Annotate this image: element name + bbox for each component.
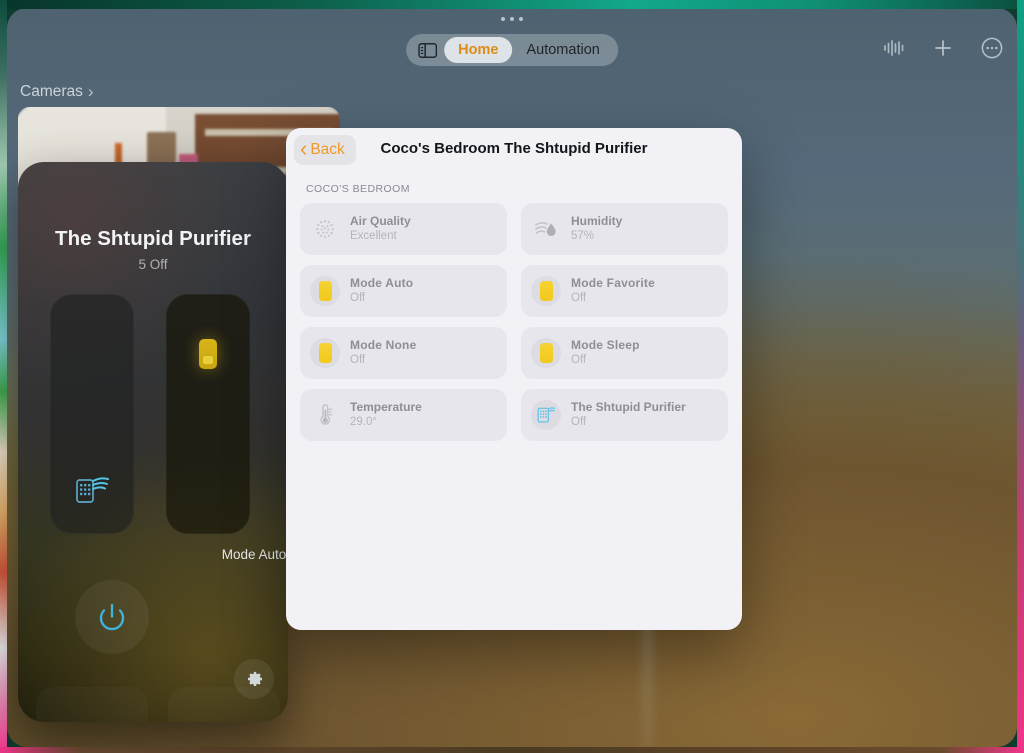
grabber-dot	[519, 17, 523, 21]
tile-text: Air Quality Excellent	[350, 214, 411, 243]
tile-text: Mode Sleep Off	[571, 338, 640, 367]
tile-text: The Shtupid Purifier Off	[571, 400, 686, 429]
accessory-detail-modal: ‹ Back Coco's Bedroom The Shtupid Purifi…	[286, 128, 742, 630]
plus-icon	[935, 40, 951, 56]
mode-chip-shape	[318, 343, 332, 363]
grabber-dot	[501, 17, 505, 21]
tile-mode-sleep[interactable]: Mode Sleep Off	[521, 327, 728, 379]
humidity-icon	[531, 214, 561, 244]
tile-mode-auto[interactable]: Mode Auto Off	[300, 265, 507, 317]
mode-chip-icon	[310, 338, 340, 368]
window-grabber[interactable]	[501, 17, 523, 21]
mode-slider[interactable]	[166, 294, 250, 534]
accessory-tile-grid: Air Quality Excellent Humidity 57% Mode …	[300, 203, 728, 441]
accessory-subtitle: 5 Off	[138, 257, 168, 272]
air-purifier-icon	[531, 400, 561, 430]
tab-automation[interactable]: Automation	[512, 37, 613, 63]
window-edge-right	[1017, 0, 1024, 753]
tile-humidity[interactable]: Humidity 57%	[521, 203, 728, 255]
mode-chip-icon	[531, 338, 561, 368]
tile-name: Mode Auto	[350, 276, 414, 291]
accessory-ghost-tile	[168, 687, 280, 722]
window-edge-bottom	[0, 747, 1024, 753]
accessory-control-panel: The Shtupid Purifier 5 Off Mode Auto	[18, 162, 288, 722]
tile-the-shtupid-purifier[interactable]: The Shtupid Purifier Off	[521, 389, 728, 441]
more-circle-icon	[981, 37, 1003, 59]
tile-text: Mode Auto Off	[350, 276, 413, 305]
toolbar-right-actions	[881, 35, 1005, 61]
tile-temperature[interactable]: Temperature 29.0°	[300, 389, 507, 441]
tile-air-quality[interactable]: Air Quality Excellent	[300, 203, 507, 255]
thermometer-icon	[310, 400, 340, 430]
grabber-dot	[510, 17, 514, 21]
waveform-button[interactable]	[881, 35, 907, 61]
tile-name: Temperature	[350, 400, 422, 415]
tile-value: Excellent	[350, 230, 397, 243]
app-toolbar: Home Automation	[7, 8, 1017, 76]
cameras-section-header[interactable]: Cameras ›	[20, 82, 94, 102]
tile-text: Humidity 57%	[571, 214, 622, 243]
modal-header: ‹ Back Coco's Bedroom The Shtupid Purifi…	[286, 128, 742, 174]
mode-chip-shape	[539, 343, 553, 363]
tile-name: Mode None	[350, 338, 417, 353]
tile-name: Air Quality	[350, 214, 411, 229]
modal-title: Coco's Bedroom The Shtupid Purifier	[380, 140, 648, 157]
chevron-right-icon: ›	[87, 82, 94, 101]
tab-home[interactable]: Home	[444, 37, 513, 63]
mode-chip-icon	[310, 276, 340, 306]
power-icon	[99, 603, 125, 631]
power-toggle-button[interactable]	[75, 580, 149, 654]
sidebar-toggle-button[interactable]	[410, 37, 444, 63]
tile-name: Humidity	[571, 214, 623, 229]
tile-text: Temperature 29.0°	[350, 400, 422, 429]
more-options-button[interactable]	[979, 35, 1005, 61]
gear-icon	[248, 671, 262, 686]
tile-value: 57%	[571, 230, 595, 243]
tile-value: Off	[350, 292, 366, 305]
accessory-title: The Shtupid Purifier	[55, 227, 251, 250]
mode-chip-shape	[539, 281, 553, 301]
tile-value: Off	[350, 354, 366, 367]
waveform-icon	[884, 40, 904, 56]
room-section-label: COCO'S BEDROOM	[306, 183, 410, 195]
air-quality-dots-icon	[310, 214, 340, 244]
mode-chip-icon	[199, 339, 217, 369]
cameras-label-text: Cameras	[20, 83, 83, 100]
add-button[interactable]	[930, 35, 956, 61]
window-edge-left	[0, 0, 7, 753]
tile-mode-favorite[interactable]: Mode Favorite Off	[521, 265, 728, 317]
mode-chip-shape	[318, 281, 332, 301]
fan-speed-slider[interactable]	[50, 294, 134, 534]
screen-root: Home Automation Cameras › The Shtupid Pu…	[0, 0, 1024, 753]
tile-value: Off	[571, 416, 587, 429]
tile-value: Off	[571, 292, 587, 305]
tile-text: Mode Favorite Off	[571, 276, 655, 305]
accessory-sliders	[50, 294, 250, 534]
sidebar-icon	[417, 42, 437, 58]
mode-chip-icon	[531, 276, 561, 306]
mode-slider-caption: Mode Auto	[221, 547, 287, 562]
tile-value: Off	[571, 354, 587, 367]
toolbar-segmented-control: Home Automation	[406, 34, 618, 66]
accessory-ghost-tile	[36, 687, 148, 722]
tile-text: Mode None Off	[350, 338, 416, 367]
tile-name: The Shtupid Purifier	[571, 400, 686, 415]
tile-value: 29.0°	[350, 416, 377, 429]
air-purifier-icon	[74, 474, 110, 511]
tile-mode-none[interactable]: Mode None Off	[300, 327, 507, 379]
tile-name: Mode Sleep	[571, 338, 640, 353]
tile-name: Mode Favorite	[571, 276, 655, 291]
